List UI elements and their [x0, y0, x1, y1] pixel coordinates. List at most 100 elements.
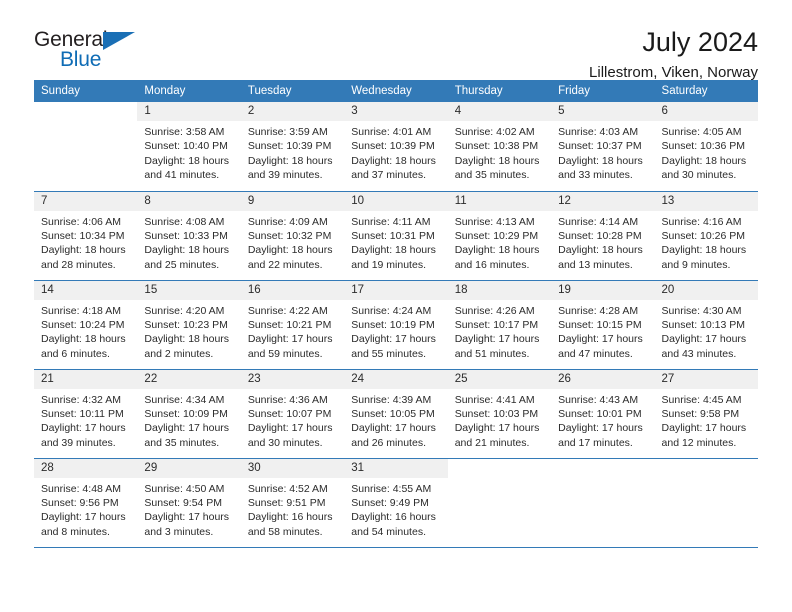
calendar-day-cell[interactable]: 25 Sunrise: 4:41 AM Sunset: 10:03 PM Daylig…: [447, 369, 552, 459]
calendar-day-cell[interactable]: 23 Sunrise: 4:36 AM Sunset: 10:07 PM Daylig…: [240, 369, 345, 459]
sunrise-text: Sunrise: 4:14 AM: [558, 215, 639, 228]
calendar-day-cell[interactable]: 12 Sunrise: 4:14 AM Sunset: 10:28 PM Daylig…: [551, 191, 655, 281]
sunrise-text: Sunrise: 4:41 AM: [454, 393, 535, 406]
calendar-day-cell[interactable]: 27 Sunrise: 4:45 AM Sunset: 9:58 PM Dayligh…: [654, 369, 758, 459]
sunset-text: Sunset: 9:58 PM: [661, 407, 740, 420]
day-cell-content: 6 Sunrise: 4:05 AM Sunset: 10:36 PM Dayligh…: [654, 102, 758, 191]
day-number: 22: [137, 369, 241, 389]
daylight-text-line2: and 59 minutes.: [247, 347, 323, 360]
day-details: Sunrise: 4:03 AM Sunset: 10:37 PM Daylight…: [551, 121, 654, 183]
day-cell-content: 28 Sunrise: 4:48 AM Sunset: 9:56 PM Dayligh…: [34, 458, 138, 547]
calendar-day-cell[interactable]: 13 Sunrise: 4:16 AM Sunset: 10:26 PM Daylig…: [654, 191, 758, 281]
day-number: 25: [447, 369, 552, 389]
calendar-day-cell[interactable]: 8 Sunrise: 4:08 AM Sunset: 10:33 PM Dayligh…: [137, 191, 241, 281]
calendar-day-cell[interactable]: 1 Sunrise: 3:58 AM Sunset: 10:40 PM Dayligh…: [137, 102, 241, 192]
daylight-text-line2: and 39 minutes.: [247, 169, 323, 182]
calendar-day-cell[interactable]: 21 Sunrise: 4:32 AM Sunset: 10:11 PM Daylig…: [34, 369, 138, 459]
sunset-text: Sunset: 10:13 PM: [661, 318, 745, 331]
calendar-day-cell[interactable]: 11 Sunrise: 4:13 AM Sunset: 10:29 PM Daylig…: [447, 191, 552, 281]
sunrise-text: Sunrise: 3:58 AM: [144, 126, 225, 138]
day-details: Sunrise: 4:18 AM Sunset: 10:24 PM Daylight…: [34, 300, 137, 362]
sunset-text: Sunset: 10:29 PM: [454, 229, 539, 242]
sunrise-text: Sunrise: 4:02 AM: [454, 126, 535, 138]
day-cell-content: 17 Sunrise: 4:24 AM Sunset: 10:19 PM Daylig…: [344, 280, 448, 369]
page-header: General Blue July 2024 Lillestrom, Viken…: [34, 0, 758, 81]
sunset-text: Sunset: 10:39 PM: [247, 140, 332, 153]
calendar-day-cell[interactable]: 18 Sunrise: 4:26 AM Sunset: 10:17 PM Daylig…: [447, 280, 552, 370]
calendar-day-cell[interactable]: 5 Sunrise: 4:03 AM Sunset: 10:37 PM Dayligh…: [551, 102, 655, 192]
calendar-day-cell[interactable]: 3 Sunrise: 4:01 AM Sunset: 10:39 PM Dayligh…: [344, 102, 448, 192]
calendar-day-cell[interactable]: 31 Sunrise: 4:55 AM Sunset: 9:49 PM Dayligh…: [344, 458, 448, 548]
daylight-text-line1: Daylight: 18 hours: [558, 154, 643, 167]
day-cell-content: 26 Sunrise: 4:43 AM Sunset: 10:01 PM Daylig…: [551, 369, 655, 458]
sunrise-text: Sunrise: 4:26 AM: [454, 304, 535, 317]
day-number: 24: [344, 369, 448, 389]
day-details: Sunrise: 4:34 AM Sunset: 10:09 PM Daylight…: [137, 389, 240, 451]
daylight-text-line1: Daylight: 18 hours: [351, 244, 436, 257]
calendar-day-cell[interactable]: 29 Sunrise: 4:50 AM Sunset: 9:54 PM Dayligh…: [137, 458, 241, 548]
sunrise-text: Sunrise: 4:16 AM: [661, 215, 742, 228]
calendar-day-cell[interactable]: 4 Sunrise: 4:02 AM Sunset: 10:38 PM Dayligh…: [447, 102, 552, 192]
daylight-text-line1: Daylight: 18 hours: [454, 154, 540, 167]
calendar-week-row: 21 Sunrise: 4:32 AM Sunset: 10:11 PM Daylig…: [34, 369, 758, 459]
daylight-text-line1: Daylight: 18 hours: [661, 154, 747, 167]
calendar-day-cell[interactable]: 9 Sunrise: 4:09 AM Sunset: 10:32 PM Dayligh…: [240, 191, 345, 281]
daylight-text-line2: and 3 minutes.: [144, 525, 214, 538]
daylight-text-line1: Daylight: 18 hours: [247, 244, 333, 257]
calendar-day-cell[interactable]: 20 Sunrise: 4:30 AM Sunset: 10:13 PM Daylig…: [654, 280, 758, 370]
day-number: 28: [34, 458, 138, 478]
calendar-day-cell[interactable]: 14 Sunrise: 4:18 AM Sunset: 10:24 PM Daylig…: [34, 280, 138, 370]
daylight-text-line2: and 41 minutes.: [144, 169, 220, 182]
daylight-text-line2: and 12 minutes.: [661, 436, 737, 449]
daylight-text-line2: and 33 minutes.: [558, 169, 633, 182]
weekday-header-wednesday: Wednesday: [344, 80, 448, 102]
calendar-day-cell-empty: [34, 102, 138, 192]
day-details: Sunrise: 4:16 AM Sunset: 10:26 PM Daylight…: [655, 211, 758, 273]
daylight-text-line1: Daylight: 18 hours: [144, 333, 230, 346]
daylight-text-line2: and 6 minutes.: [41, 347, 110, 360]
calendar-day-cell[interactable]: 22 Sunrise: 4:34 AM Sunset: 10:09 PM Daylig…: [137, 369, 241, 459]
calendar-day-cell[interactable]: 7 Sunrise: 4:06 AM Sunset: 10:34 PM Dayligh…: [34, 191, 138, 281]
sunset-text: Sunset: 10:36 PM: [661, 140, 745, 153]
daylight-text-line1: Daylight: 17 hours: [454, 422, 540, 435]
calendar-day-cell[interactable]: 17 Sunrise: 4:24 AM Sunset: 10:19 PM Daylig…: [344, 280, 448, 370]
calendar-day-cell[interactable]: 26 Sunrise: 4:43 AM Sunset: 10:01 PM Daylig…: [551, 369, 655, 459]
daylight-text-line2: and 47 minutes.: [558, 347, 633, 360]
daylight-text-line1: Daylight: 18 hours: [41, 244, 126, 257]
sunset-text: Sunset: 10:40 PM: [144, 140, 228, 153]
day-cell-content: 27 Sunrise: 4:45 AM Sunset: 9:58 PM Dayligh…: [654, 369, 758, 458]
sunrise-text: Sunrise: 4:01 AM: [351, 126, 432, 138]
day-details: Sunrise: 4:55 AM Sunset: 9:49 PM Daylight:…: [344, 478, 447, 540]
day-number: 19: [551, 280, 655, 300]
calendar-day-cell[interactable]: 15 Sunrise: 4:20 AM Sunset: 10:23 PM Daylig…: [137, 280, 241, 370]
sunset-text: Sunset: 9:51 PM: [247, 496, 326, 509]
calendar-day-cell[interactable]: 6 Sunrise: 4:05 AM Sunset: 10:36 PM Dayligh…: [654, 102, 758, 192]
calendar-day-cell[interactable]: 19 Sunrise: 4:28 AM Sunset: 10:15 PM Daylig…: [551, 280, 655, 370]
calendar-day-cell-empty: [447, 458, 552, 548]
title-block: July 2024 Lillestrom, Viken, Norway: [589, 26, 758, 83]
day-number: 14: [34, 280, 138, 300]
daylight-text-line1: Daylight: 18 hours: [351, 154, 436, 167]
daylight-text-line1: Daylight: 17 hours: [41, 422, 126, 435]
sunset-text: Sunset: 10:17 PM: [454, 318, 539, 331]
calendar-day-cell[interactable]: 10 Sunrise: 4:11 AM Sunset: 10:31 PM Daylig…: [344, 191, 448, 281]
daylight-text-line2: and 54 minutes.: [351, 525, 426, 538]
calendar-day-cell[interactable]: 30 Sunrise: 4:52 AM Sunset: 9:51 PM Dayligh…: [240, 458, 345, 548]
brand-name-blue: Blue: [60, 48, 102, 71]
calendar-day-cell[interactable]: 2 Sunrise: 3:59 AM Sunset: 10:39 PM Dayligh…: [240, 102, 345, 192]
calendar-day-cell[interactable]: 28 Sunrise: 4:48 AM Sunset: 9:56 PM Dayligh…: [34, 458, 138, 548]
day-number: 18: [447, 280, 552, 300]
general-blue-logo[interactable]: General Blue: [34, 26, 154, 76]
triangle-flag-icon: [103, 32, 135, 50]
day-cell-content: 11 Sunrise: 4:13 AM Sunset: 10:29 PM Daylig…: [447, 191, 552, 280]
calendar-day-cell[interactable]: 24 Sunrise: 4:39 AM Sunset: 10:05 PM Daylig…: [344, 369, 448, 459]
daylight-text-line1: Daylight: 16 hours: [351, 511, 436, 524]
calendar-week-row: 28 Sunrise: 4:48 AM Sunset: 9:56 PM Dayligh…: [34, 458, 758, 548]
daylight-text-line1: Daylight: 17 hours: [351, 333, 436, 346]
calendar-day-cell[interactable]: 16 Sunrise: 4:22 AM Sunset: 10:21 PM Daylig…: [240, 280, 345, 370]
day-cell-content: 21 Sunrise: 4:32 AM Sunset: 10:11 PM Daylig…: [34, 369, 138, 458]
calendar-page: General Blue July 2024 Lillestrom, Viken…: [0, 0, 792, 612]
daylight-text-line2: and 25 minutes.: [144, 258, 220, 271]
sunrise-text: Sunrise: 4:05 AM: [661, 126, 742, 138]
sunset-text: Sunset: 9:54 PM: [144, 496, 223, 509]
